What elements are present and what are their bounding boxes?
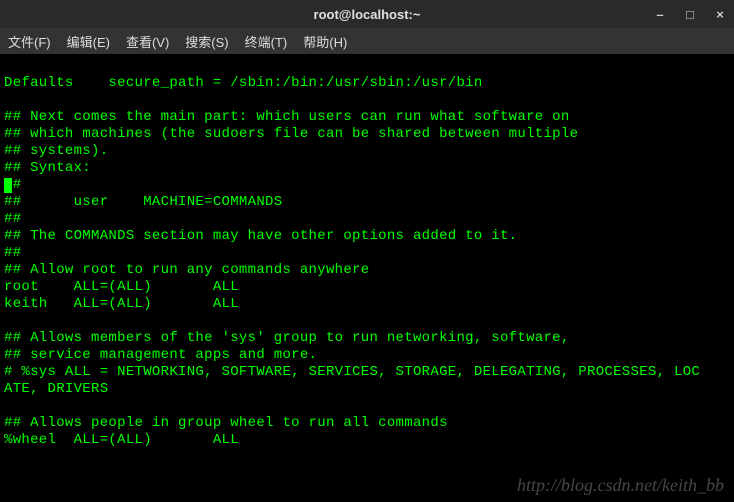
terminal-line: ## Allows people in group wheel to run a… [4,415,448,431]
terminal-line: Defaults secure_path = /sbin:/bin:/usr/s… [4,75,483,91]
menu-terminal[interactable]: 终端(T) [243,30,290,53]
terminal-line: ## [4,245,21,261]
terminal-line: ## Allow root to run any commands anywhe… [4,262,369,278]
terminal-line: keith ALL=(ALL) ALL [4,296,239,312]
menu-edit[interactable]: 编辑(E) [65,30,112,53]
terminal-line: ## user MACHINE=COMMANDS [4,194,282,210]
window-titlebar: root@localhost:~ – □ × [0,0,734,28]
terminal-line: ## Syntax: [4,160,91,176]
terminal-line: # %sys ALL = NETWORKING, SOFTWARE, SERVI… [4,364,700,380]
maximize-button[interactable]: □ [682,7,698,22]
window-controls: – □ × [652,7,728,22]
menubar: 文件(F) 编辑(E) 查看(V) 搜索(S) 终端(T) 帮助(H) [0,28,734,54]
menu-view[interactable]: 查看(V) [124,30,171,53]
terminal-line-cursor: ## [4,177,21,193]
terminal-line: ## which machines (the sudoers file can … [4,126,578,142]
terminal-line: ## service management apps and more. [4,347,317,363]
menu-file[interactable]: 文件(F) [6,30,53,53]
window-title: root@localhost:~ [314,7,421,22]
terminal-line: ## Next comes the main part: which users… [4,109,570,125]
menu-search[interactable]: 搜索(S) [183,30,230,53]
menu-help[interactable]: 帮助(H) [301,30,349,53]
terminal-line: ## [4,211,21,227]
watermark: http://blog.csdn.net/keith_bb [517,475,724,496]
terminal-line: %wheel ALL=(ALL) ALL [4,432,239,448]
terminal-line: ## Allows members of the 'sys' group to … [4,330,570,346]
terminal-line: ATE, DRIVERS [4,381,108,397]
terminal-line: ## The COMMANDS section may have other o… [4,228,517,244]
terminal-line: ## systems). [4,143,108,159]
minimize-button[interactable]: – [652,7,668,22]
terminal-line: root ALL=(ALL) ALL [4,279,239,295]
close-button[interactable]: × [712,7,728,22]
terminal-content[interactable]: Defaults secure_path = /sbin:/bin:/usr/s… [0,54,734,453]
